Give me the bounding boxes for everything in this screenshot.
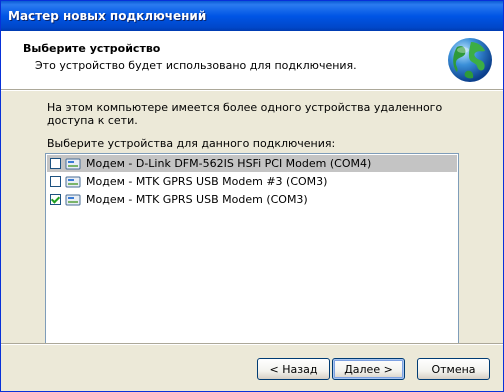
page-subtitle: Это устройство будет использовано для по… xyxy=(35,59,357,72)
device-checkbox[interactable] xyxy=(50,194,61,205)
modem-icon xyxy=(65,194,81,205)
globe-icon xyxy=(448,38,492,82)
back-button[interactable]: < Назад xyxy=(257,358,330,380)
cancel-button[interactable]: Отмена xyxy=(417,358,490,380)
modem-icon xyxy=(65,158,81,169)
list-item[interactable]: Модем - MTK GPRS USB Modem #3 (COM3) xyxy=(47,173,457,190)
device-list[interactable]: Модем - D-Link DFM-562IS HSFi PCI Modem … xyxy=(45,153,459,344)
device-label: Модем - MTK GPRS USB Modem #3 (COM3) xyxy=(86,175,328,188)
title-bar[interactable]: Мастер новых подключений xyxy=(1,1,503,31)
page-title: Выберите устройство xyxy=(23,42,161,55)
wizard-window: Мастер новых подключений Выберите устрой… xyxy=(0,0,504,392)
device-checkbox[interactable] xyxy=(50,158,61,169)
device-list-label: Выберите устройства для данного подключе… xyxy=(47,137,336,150)
device-label: Модем - D-Link DFM-562IS HSFi PCI Modem … xyxy=(86,157,372,170)
window-title: Мастер новых подключений xyxy=(8,9,207,23)
device-checkbox[interactable] xyxy=(50,176,61,187)
wizard-header: Выберите устройство Это устройство будет… xyxy=(1,31,503,89)
list-item[interactable]: Модем - MTK GPRS USB Modem (COM3) xyxy=(47,191,457,208)
modem-icon xyxy=(65,176,81,187)
list-item[interactable]: Модем - D-Link DFM-562IS HSFi PCI Modem … xyxy=(47,155,457,172)
next-button[interactable]: Далее > xyxy=(332,358,405,380)
footer-divider xyxy=(1,343,503,345)
wizard-body: На этом компьютере имеется более одного … xyxy=(1,91,503,344)
device-label: Модем - MTK GPRS USB Modem (COM3) xyxy=(86,193,308,206)
description-text: На этом компьютере имеется более одного … xyxy=(47,101,443,127)
